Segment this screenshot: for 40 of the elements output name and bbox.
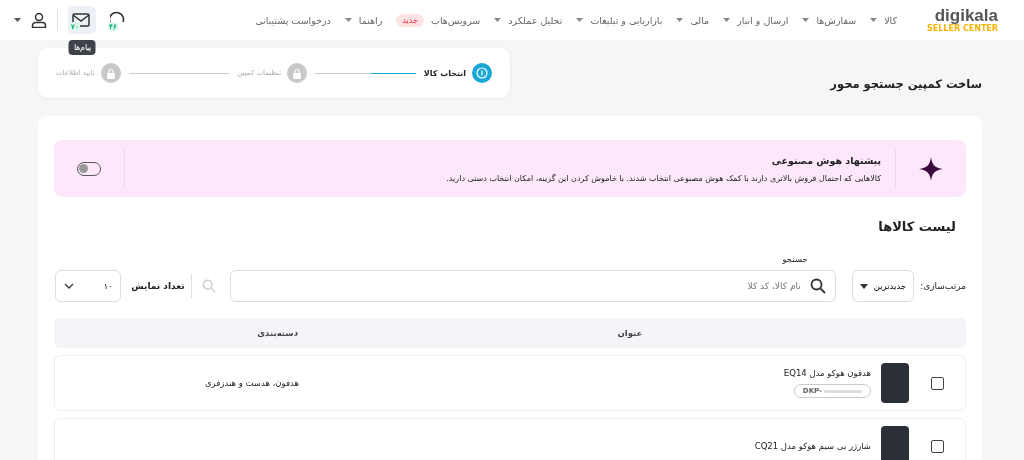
- caret-icon: [14, 18, 21, 22]
- category-text: هدفون، هدست و هندزفری: [204, 378, 299, 388]
- page-title: ساخت کمپین جستجو محور: [830, 77, 982, 91]
- search-field[interactable]: نام کالا، کد کلا: [229, 270, 836, 302]
- nav-link[interactable]: تحلیل عملکرد: [494, 13, 563, 27]
- banner-text: کالاهایی که احتمال فروش بالاتری دارند با کمک هوش مصنوعی انتخاب شدند. با خاموش کردن این گزینه، امکان انتخاب دستی دارید.: [445, 173, 881, 183]
- product-title: هدفون هوکو مدل EQ14: [783, 368, 871, 378]
- chevron-icon: [64, 283, 75, 289]
- product-image-placeholder: [881, 426, 909, 460]
- sort-label: مرتب‌سازی:: [920, 281, 966, 291]
- checkbox[interactable]: [930, 376, 944, 390]
- new-badge: جدید: [396, 13, 424, 27]
- product-image-placeholder: [881, 363, 909, 403]
- logo-text[interactable]: digikala: [934, 7, 998, 24]
- search-icon: [809, 278, 826, 294]
- search-label: جستجو: [781, 254, 808, 264]
- column-header: دسته‌بندی: [256, 328, 299, 338]
- banner-title: پیشنهاد هوش مصنوعی: [770, 154, 881, 166]
- sparkle-icon: [919, 156, 943, 181]
- nav-link[interactable]: درخواست پشتیبانی: [255, 13, 331, 27]
- nav-link[interactable]: کالا: [870, 13, 898, 27]
- nav-link[interactable]: بازاریابی و تبلیغات: [576, 13, 663, 27]
- section-title: لیست کالاها: [877, 219, 956, 234]
- nav-link[interactable]: سفارش‌ها: [802, 13, 857, 27]
- nav-link[interactable]: راهنما: [344, 13, 383, 27]
- user-icon: [31, 12, 47, 28]
- mail-icon: [72, 12, 92, 28]
- checkbox[interactable]: [930, 439, 944, 453]
- nav-link[interactable]: سرویس‌هاب جدید: [396, 13, 481, 27]
- tooltip: پیام‌ها: [68, 40, 96, 55]
- page-size-label: تعداد نمایش: [131, 281, 185, 291]
- sort-dropdown[interactable]: جدیدترین: [851, 270, 915, 302]
- column-header: عنوان: [616, 328, 644, 338]
- page-size-dropdown[interactable]: ۱۰: [55, 270, 122, 302]
- step-label: انتخاب کالا: [423, 68, 466, 78]
- logo-subtitle: SELLER CENTER: [927, 24, 998, 33]
- product-title: شارژر بی سیم هوکو مدل CQ21: [754, 441, 871, 451]
- nav-link[interactable]: ارسال و انبار: [723, 13, 789, 27]
- nav-link[interactable]: مالی: [676, 13, 710, 27]
- caret-icon: [859, 283, 868, 289]
